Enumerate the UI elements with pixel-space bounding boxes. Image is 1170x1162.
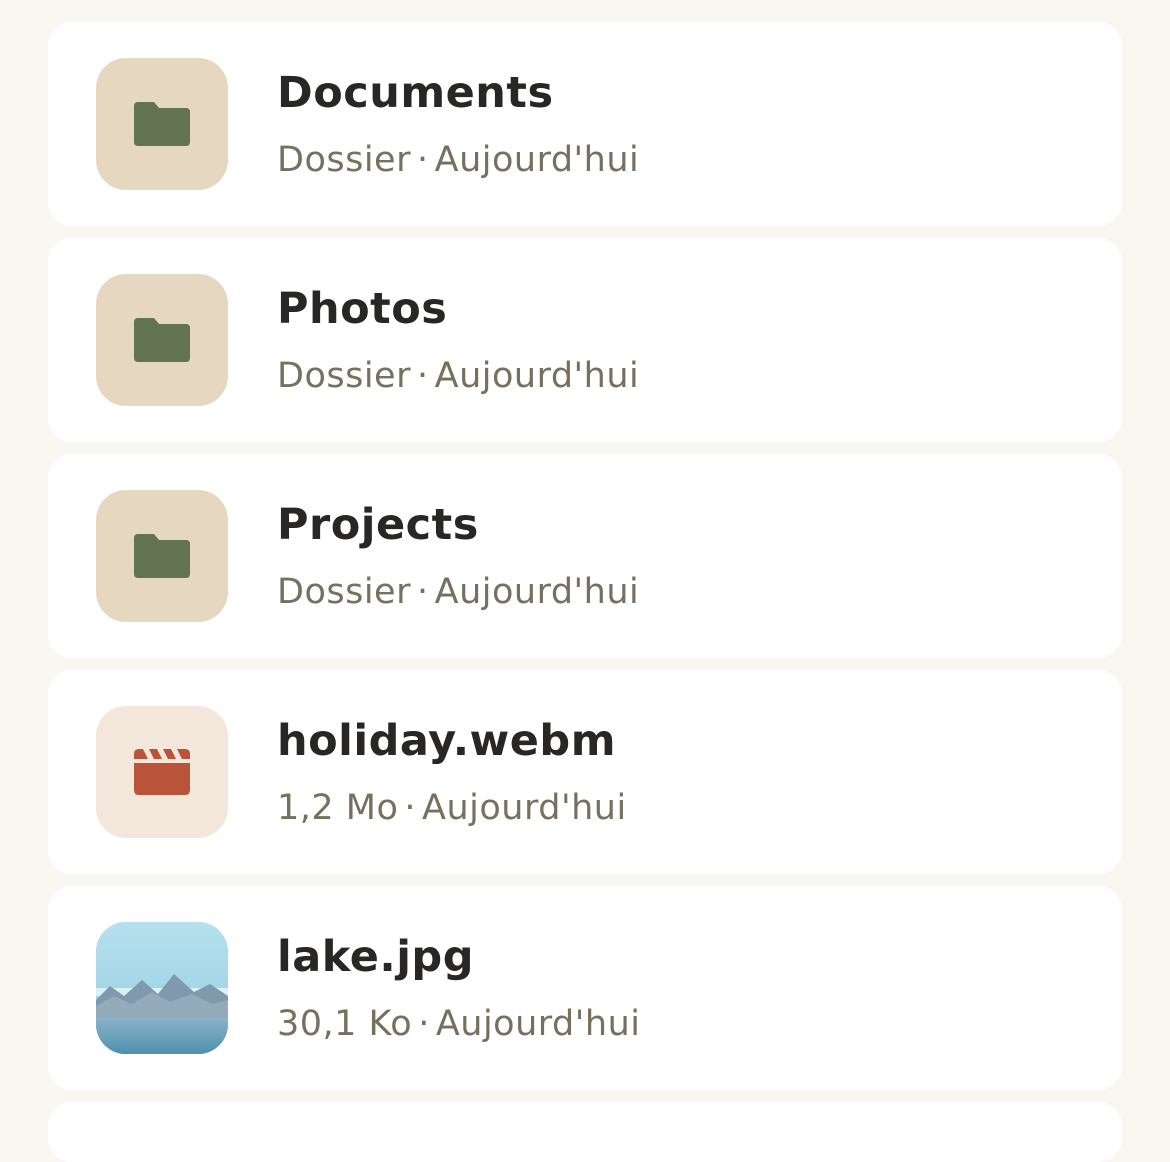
file-date: Aujourd'hui [434,140,640,180]
file-name: Documents [277,68,554,118]
file-item-holiday-webm[interactable]: holiday.webm 1,2 Mo · Aujourd'hui [48,670,1122,874]
file-date: Aujourd'hui [435,1004,641,1044]
meta-separator: · [404,788,417,828]
file-thumbnail [96,58,228,190]
meta-separator: · [416,140,429,180]
file-kind: Dossier [277,140,411,180]
file-meta: 30,1 Ko · Aujourd'hui [277,1004,640,1044]
file-size: 30,1 Ko [277,1004,413,1044]
folder-icon [134,318,190,362]
file-list: Documents Dossier · Aujourd'hui Photos Dos… [48,22,1122,1102]
meta-separator: · [418,1004,430,1044]
image-thumbnail [96,922,228,1054]
file-name: lake.jpg [277,932,474,982]
meta-separator: · [416,356,429,396]
file-date: Aujourd'hui [434,356,640,396]
file-thumbnail [96,490,228,622]
file-date: Aujourd'hui [422,788,627,828]
file-thumbnail [96,706,228,838]
lake-image [96,922,228,1054]
file-item-lake-jpg[interactable]: lake.jpg 30,1 Ko · Aujourd'hui [48,886,1122,1090]
file-meta: Dossier · Aujourd'hui [277,572,639,612]
file-kind: Dossier [277,572,411,612]
file-meta: Dossier · Aujourd'hui [277,356,639,396]
file-name: Photos [277,284,448,334]
file-item-partial[interactable] [48,1102,1122,1162]
file-thumbnail [96,274,228,406]
file-meta: Dossier · Aujourd'hui [277,140,639,180]
folder-icon [134,534,190,578]
clapperboard-icon [134,749,190,795]
file-name: Projects [277,500,479,550]
file-size: 1,2 Mo [277,788,399,828]
file-item-documents[interactable]: Documents Dossier · Aujourd'hui [48,22,1122,226]
file-item-photos[interactable]: Photos Dossier · Aujourd'hui [48,238,1122,442]
file-item-projects[interactable]: Projects Dossier · Aujourd'hui [48,454,1122,658]
folder-icon [134,102,190,146]
file-name: holiday.webm [277,716,616,766]
file-kind: Dossier [277,356,411,396]
meta-separator: · [416,572,429,612]
file-date: Aujourd'hui [434,572,640,612]
file-meta: 1,2 Mo · Aujourd'hui [277,788,627,828]
